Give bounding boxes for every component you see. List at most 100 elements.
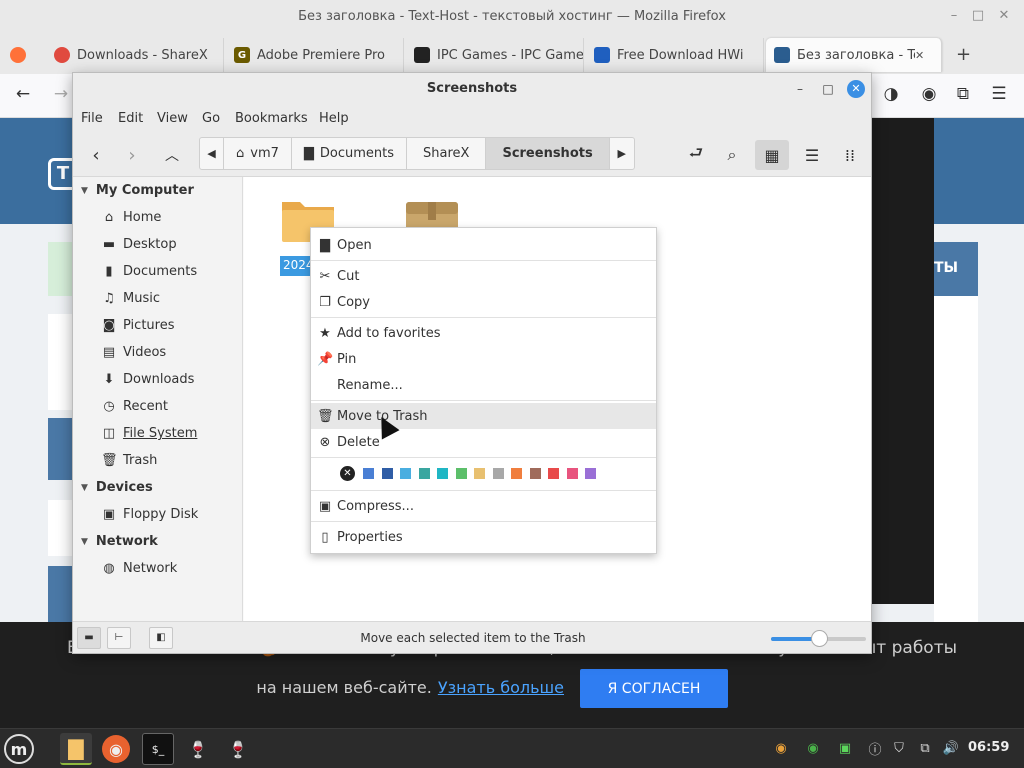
sidebar-item-trash[interactable]: 🗑 Trash (101, 453, 157, 468)
tray-shield-icon[interactable]: ⛉ (890, 739, 908, 757)
hide-sidebar-button[interactable]: ◧ (149, 627, 173, 649)
sidebar-item-network[interactable]: ◍ Network (101, 561, 177, 576)
show-tree-button[interactable]: ⊢ (107, 627, 131, 649)
tray-network-icon[interactable]: ⧉ (916, 739, 934, 757)
firefox-icon[interactable] (10, 47, 26, 63)
color-tag-swatch[interactable] (437, 468, 448, 479)
color-tag-swatch[interactable] (381, 468, 393, 479)
color-tag-swatch[interactable] (548, 468, 559, 479)
menu-item-properties[interactable]: ▯ Properties (311, 524, 656, 550)
forward-arrow-icon[interactable]: → (50, 84, 72, 104)
taskbar-wine-app-2[interactable]: 🍷 (222, 733, 254, 765)
menu-item-cut[interactable]: ✂ Cut (311, 263, 656, 289)
sidebar-item-music[interactable]: ♫ Music (101, 291, 160, 306)
close-button[interactable]: ✕ (847, 80, 865, 98)
file-manager-titlebar[interactable]: Screenshots – □ ✕ (73, 73, 871, 105)
taskbar-wine-app[interactable]: 🍷 (182, 733, 214, 765)
show-places-button[interactable]: ▬ (77, 627, 101, 649)
sidebar-item-file-system[interactable]: ◫ File System (101, 426, 198, 441)
color-tag-swatch[interactable] (363, 468, 374, 479)
color-tag-swatch[interactable] (511, 468, 522, 479)
menu-edit[interactable]: Edit (118, 111, 143, 126)
account-icon[interactable]: ◉ (918, 84, 940, 104)
menu-item-rename[interactable]: Rename... (311, 372, 656, 398)
tray-chrome-icon-2[interactable]: ◉ (804, 739, 822, 757)
menu-item-open[interactable]: ▇ Open (311, 232, 656, 258)
maximize-button[interactable]: □ (819, 80, 837, 98)
sidebar-section-devices[interactable]: ▼ Devices (81, 480, 153, 495)
hamburger-menu-icon[interactable]: ☰ (988, 84, 1010, 104)
sidebar-item-documents[interactable]: ▮ Documents (101, 264, 197, 279)
remove-emblem-icon[interactable]: ✕ (340, 466, 355, 481)
learn-more-link[interactable]: Узнать больше (438, 678, 564, 697)
sidebar-item-home[interactable]: ⌂ Home (101, 210, 162, 225)
breadcrumb-left-arrow[interactable]: ◀ (200, 138, 224, 169)
compact-view-button[interactable]: ⁞⁞ (835, 140, 865, 170)
sidebar-item-desktop[interactable]: ▬ Desktop (101, 237, 177, 252)
firefox-close-button[interactable]: ✕ (996, 8, 1012, 23)
back-button[interactable]: ‹ (83, 140, 109, 170)
back-arrow-icon[interactable]: ← (12, 84, 34, 104)
tab-adobe-premiere[interactable]: G Adobe Premiere Pro (226, 38, 404, 72)
tray-update-icon[interactable]: ⓘ (866, 739, 884, 758)
color-tag-swatch[interactable] (585, 468, 596, 479)
firefox-minimize-button[interactable]: – (946, 8, 962, 23)
tab-free-download-hwi[interactable]: Free Download HWi (586, 38, 764, 72)
tab-text-host-active[interactable]: Без заголовка - Text-Host ✕ (766, 38, 942, 72)
extensions-puzzle-icon[interactable]: ⧉ (952, 84, 974, 104)
icon-view-button[interactable]: ▦ (755, 140, 789, 170)
color-tag-swatch[interactable] (474, 468, 485, 479)
color-tag-swatch[interactable] (492, 468, 504, 479)
menu-item-move-to-trash[interactable]: 🗑 Move to Trash (311, 403, 656, 429)
menu-item-delete[interactable]: ⊗ Delete (311, 429, 656, 455)
tab-downloads-sharex[interactable]: Downloads - ShareX (46, 38, 224, 72)
menu-go[interactable]: Go (202, 111, 220, 126)
sidebar-item-floppy-disk[interactable]: ▣ Floppy Disk (101, 507, 198, 522)
menu-bookmarks[interactable]: Bookmarks (235, 111, 308, 126)
breadcrumb-documents[interactable]: ▇ Documents (292, 138, 408, 169)
color-tag-swatch[interactable] (566, 468, 578, 479)
new-tab-button[interactable]: + (956, 44, 971, 65)
zoom-slider[interactable] (771, 630, 866, 647)
sidebar-item-downloads[interactable]: ⬇ Downloads (101, 372, 195, 387)
tray-volume-icon[interactable]: 🔊 (942, 739, 960, 757)
menu-item-add-to-favorites[interactable]: ★ Add to favorites (311, 320, 656, 346)
color-tag-swatch[interactable] (418, 468, 430, 479)
search-button[interactable]: ⌕ (719, 140, 745, 170)
tray-chrome-icon[interactable]: ◉ (772, 739, 790, 757)
sidebar-item-recent[interactable]: ◷ Recent (101, 399, 168, 414)
breadcrumb-right-arrow[interactable]: ▶ (610, 138, 634, 169)
privacy-shield-icon[interactable]: ◑ (880, 84, 902, 104)
sidebar-item-pictures[interactable]: ◙ Pictures (101, 318, 175, 333)
firefox-maximize-button[interactable]: □ (970, 8, 986, 23)
selected-file-label[interactable]: 2024 (280, 256, 310, 276)
accept-cookies-button[interactable]: Я СОГЛАСЕН (580, 669, 728, 708)
minimize-button[interactable]: – (791, 80, 809, 98)
tray-system-monitor-icon[interactable]: ▣ (836, 739, 854, 757)
zoom-slider-handle[interactable] (810, 630, 828, 647)
taskbar-firefox-app[interactable]: ◉ (102, 735, 130, 763)
up-button[interactable]: ︿ (159, 140, 185, 170)
sidebar-section-my-computer[interactable]: ▼ My Computer (81, 183, 194, 198)
menu-file[interactable]: File (81, 111, 103, 126)
sidebar-section-network[interactable]: ▼ Network (81, 534, 158, 549)
breadcrumb-screenshots[interactable]: Screenshots (486, 138, 610, 169)
menu-item-compress[interactable]: ▣ Compress... (311, 493, 656, 519)
list-view-button[interactable]: ☰ (797, 140, 827, 170)
color-tag-swatch[interactable] (529, 468, 541, 479)
menu-help[interactable]: Help (319, 111, 349, 126)
breadcrumb-home[interactable]: ⌂ vm7 (224, 138, 292, 169)
forward-button[interactable]: › (119, 140, 145, 170)
toggle-location-button[interactable]: ⮐ (683, 140, 709, 170)
tab-close-icon[interactable]: ✕ (915, 49, 924, 62)
breadcrumb-sharex[interactable]: ShareX (407, 138, 487, 169)
menu-item-pin[interactable]: 📌 Pin (311, 346, 656, 372)
color-tag-swatch[interactable] (400, 468, 411, 479)
sidebar-item-videos[interactable]: ▤ Videos (101, 345, 166, 360)
menu-view[interactable]: View (157, 111, 188, 126)
menu-item-copy[interactable]: ❐ Copy (311, 289, 656, 315)
tab-ipc-games[interactable]: IPC Games - IPC Games (406, 38, 584, 72)
mint-menu-icon[interactable]: m (4, 734, 34, 764)
color-tag-swatch[interactable] (455, 468, 467, 479)
taskbar-terminal-app[interactable]: $_ (142, 733, 174, 765)
